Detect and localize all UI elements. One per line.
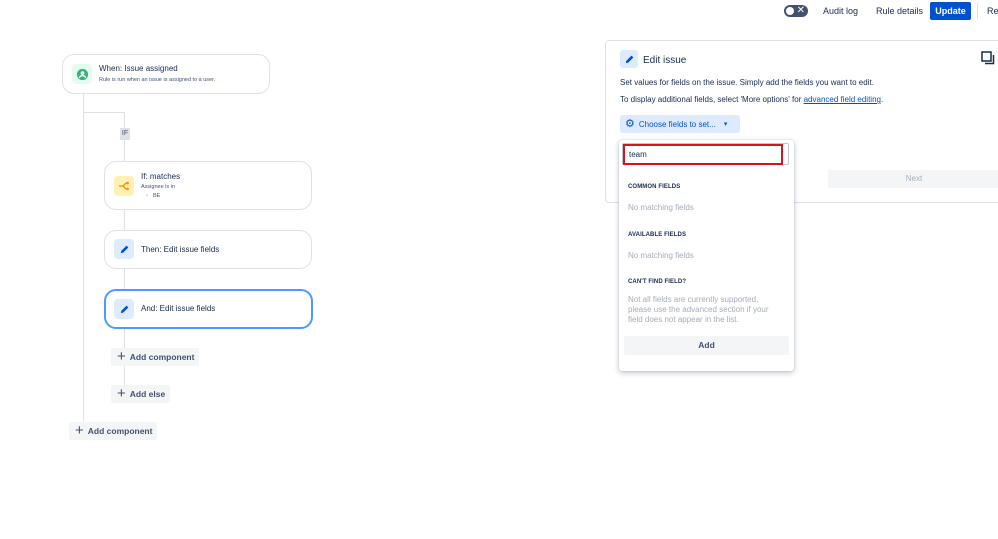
- toolbar-divider: [977, 3, 978, 19]
- field-search-input[interactable]: [623, 144, 783, 165]
- cant-find-note: Not all fields are currently supported, …: [628, 295, 769, 324]
- add-else-label: Add else: [129, 389, 166, 399]
- next-button[interactable]: Next: [828, 170, 998, 188]
- choose-fields-label: Choose fields to set...: [638, 119, 716, 129]
- add-field-button[interactable]: Add: [624, 336, 789, 355]
- pencil-icon: [114, 239, 134, 259]
- description-suffix: .: [880, 95, 884, 104]
- panel-description-2: To display additional fields, select 'Mo…: [620, 95, 883, 104]
- condition-card[interactable]: [104, 161, 312, 210]
- plus-icon: +: [75, 422, 84, 439]
- add-component-outer-button[interactable]: + Add component: [69, 422, 157, 440]
- trigger-subtitle: Rule is run when an issue is assigned to…: [99, 77, 216, 83]
- plus-icon: +: [117, 385, 126, 402]
- add-else-button[interactable]: + Add else: [111, 385, 170, 403]
- add-component-inner-label: Add component: [129, 352, 195, 362]
- then-action-title: Then: Edit issue fields: [141, 245, 220, 254]
- pencil-icon: [114, 299, 134, 319]
- audit-log-link[interactable]: Audit log: [823, 6, 858, 16]
- pencil-icon: [620, 50, 638, 68]
- branch-connector: [83, 112, 125, 113]
- condition-line-1: Assignee is in: [141, 184, 175, 190]
- common-fields-heading: COMMON FIELDS: [628, 184, 681, 190]
- main-flow-line: [83, 93, 84, 431]
- and-action-title: And: Edit issue fields: [141, 304, 216, 313]
- add-component-outer-label: Add component: [87, 426, 153, 436]
- condition-value: BE: [153, 193, 161, 199]
- advanced-field-editing-link[interactable]: advanced field editing: [804, 95, 881, 104]
- close-icon: ✕: [796, 5, 805, 16]
- branch-icon: [114, 176, 134, 196]
- condition-title: If: matches: [141, 172, 181, 181]
- trigger-title: When: Issue assigned: [99, 64, 178, 73]
- common-fields-empty: No matching fields: [628, 203, 694, 212]
- chevron-down-icon: ▾: [723, 121, 728, 128]
- choose-fields-button[interactable]: ⚙ Choose fields to set... ▾: [620, 115, 740, 133]
- if-tag: IF: [120, 128, 130, 140]
- panel-title: Edit issue: [643, 55, 687, 66]
- cant-find-heading: CAN'T FIND FIELD?: [628, 279, 687, 285]
- truncated-toolbar-button[interactable]: Re: [987, 6, 998, 16]
- condition-bullet: ◦: [146, 193, 148, 199]
- copy-icon[interactable]: [981, 51, 995, 70]
- rule-details-link[interactable]: Rule details: [876, 6, 923, 16]
- available-fields-heading: AVAILABLE FIELDS: [628, 232, 687, 238]
- description-prefix: To display additional fields, select 'Mo…: [620, 95, 804, 104]
- plus-icon: +: [117, 348, 126, 365]
- update-button[interactable]: Update: [930, 2, 971, 20]
- trigger-card[interactable]: [62, 54, 270, 94]
- toggle-knob: [786, 7, 794, 15]
- rule-enabled-toggle[interactable]: ✕: [784, 5, 808, 17]
- add-component-inner-button[interactable]: + Add component: [111, 348, 199, 366]
- user-check-icon: [72, 64, 92, 84]
- panel-description-1: Set values for fields on the issue. Simp…: [620, 78, 874, 87]
- gear-icon: ⚙: [625, 118, 635, 130]
- available-fields-empty: No matching fields: [628, 251, 694, 260]
